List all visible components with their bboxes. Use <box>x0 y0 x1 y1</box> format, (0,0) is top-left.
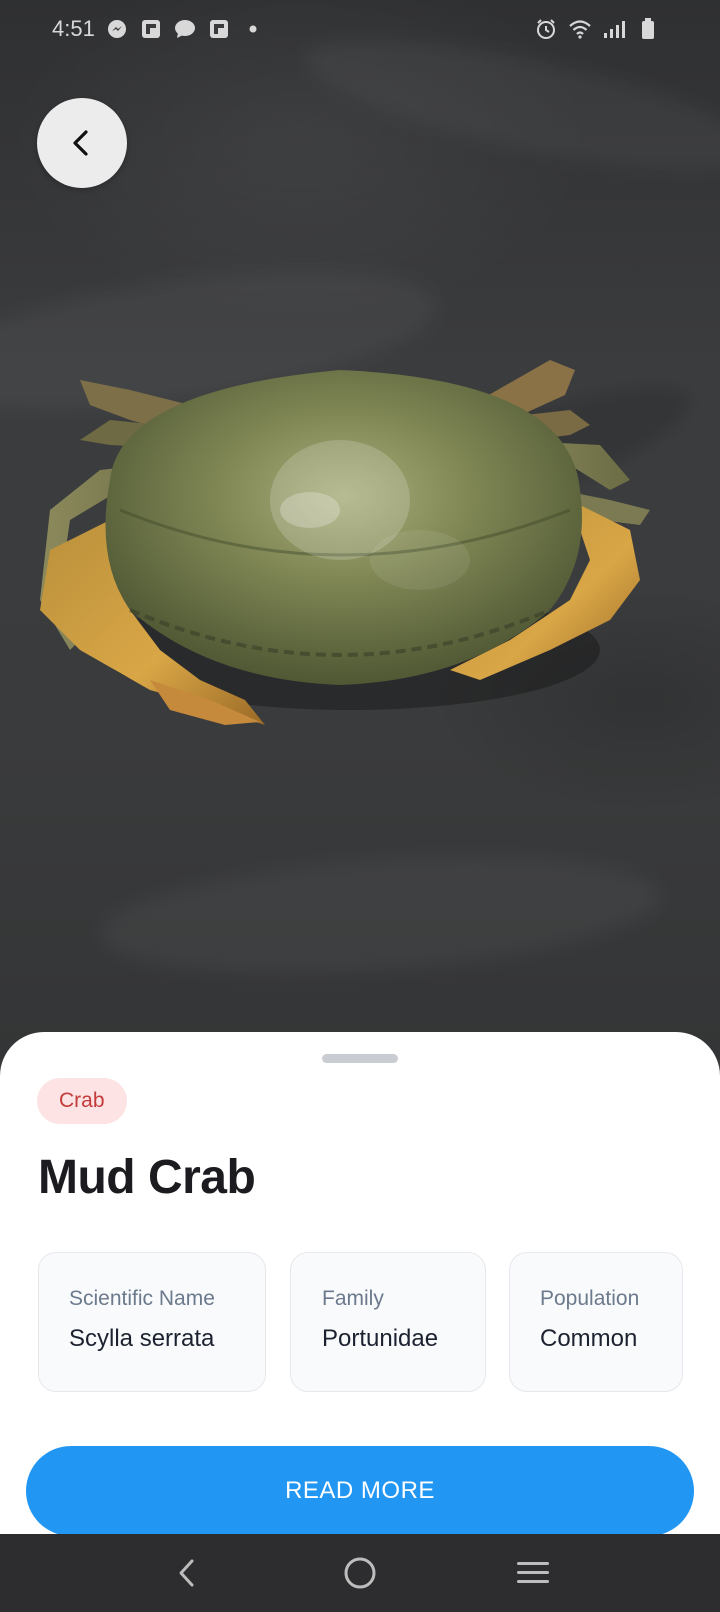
status-right <box>534 17 660 41</box>
messenger-icon <box>105 17 129 41</box>
status-bar: 4:51 <box>0 0 720 58</box>
nav-home-button[interactable] <box>330 1543 390 1603</box>
home-icon <box>344 1557 376 1589</box>
drag-handle[interactable] <box>322 1054 398 1063</box>
flipboard-icon <box>139 17 163 41</box>
battery-icon <box>636 17 660 41</box>
status-left: 4:51 <box>52 16 265 42</box>
category-tag: Crab <box>37 1078 127 1124</box>
crab-illustration <box>40 360 650 725</box>
chat-bubble-icon <box>173 17 197 41</box>
info-card-population: Population Common <box>509 1252 683 1392</box>
recents-icon <box>517 1562 550 1583</box>
system-nav-bar <box>0 1534 720 1612</box>
species-title: Mud Crab <box>38 1151 256 1204</box>
back-icon <box>179 1559 194 1587</box>
info-value: Portunidae <box>322 1325 439 1352</box>
details-sheet: Crab Mud Crab Scientific Name Scylla ser… <box>0 1032 720 1540</box>
wifi-icon <box>568 17 592 41</box>
info-card-family: Family Portunidae <box>290 1252 486 1392</box>
info-label: Scientific Name <box>69 1287 215 1310</box>
info-label: Population <box>540 1287 640 1310</box>
info-value: Scylla serrata <box>69 1325 215 1352</box>
chevron-left-icon <box>73 130 88 156</box>
nav-back-button[interactable] <box>157 1543 217 1603</box>
info-value: Common <box>540 1325 638 1352</box>
read-more-button[interactable]: READ MORE <box>26 1446 694 1536</box>
nav-recents-button[interactable] <box>503 1543 563 1603</box>
back-button[interactable] <box>37 98 127 188</box>
signal-icon <box>602 17 626 41</box>
status-time: 4:51 <box>52 16 95 41</box>
alarm-icon <box>534 17 558 41</box>
dot-icon <box>241 17 265 41</box>
info-card-scientific-name: Scientific Name Scylla serrata <box>38 1252 266 1392</box>
info-label: Family <box>322 1287 384 1310</box>
flipboard-icon <box>207 17 231 41</box>
